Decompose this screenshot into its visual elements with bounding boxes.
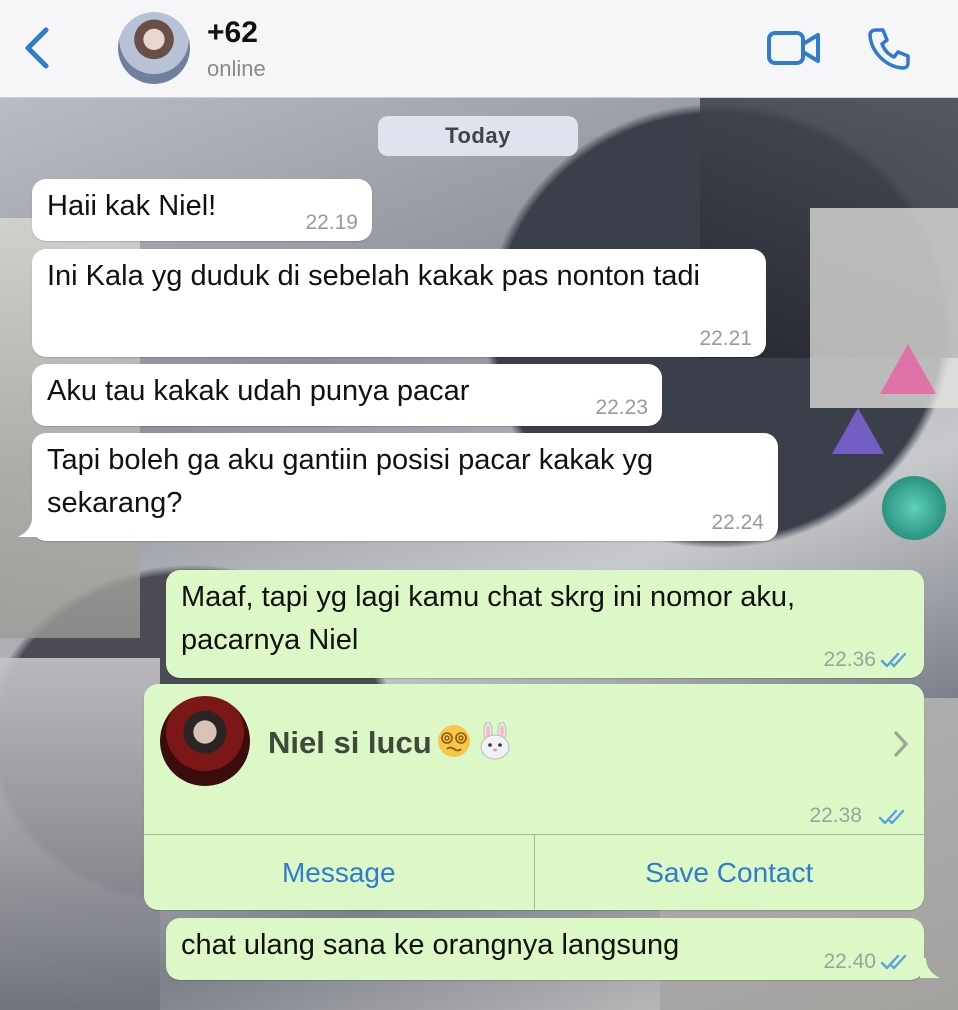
message-text: Aku tau kakak udah punya pacar: [47, 375, 470, 407]
voice-call-button[interactable]: [866, 26, 912, 72]
message-time: 22.23: [595, 396, 648, 419]
bubble-tail: [18, 517, 38, 537]
chevron-right-icon: [894, 731, 908, 757]
message-bubble-incoming[interactable]: Aku tau kakak udah punya pacar 22.23: [32, 364, 662, 426]
message-text: Maaf, tapi yg lagi kamu chat skrg ini no…: [181, 581, 796, 656]
video-call-button[interactable]: [766, 28, 822, 68]
shared-contact-avatar: [160, 696, 250, 786]
message-time: 22.38: [809, 804, 862, 827]
contact-card-header[interactable]: Niel si lucu 22.38: [144, 684, 924, 834]
message-time: 22.40: [823, 950, 876, 973]
message-bubble-incoming[interactable]: Haii kak Niel! 22.19: [32, 179, 372, 241]
double-check-icon: [878, 809, 905, 825]
message-time: 22.21: [699, 327, 752, 350]
message-text: Ini Kala yg duduk di sebelah kakak pas n…: [47, 260, 700, 292]
bubble-tail: [920, 958, 940, 978]
message-text: Haii kak Niel!: [47, 190, 217, 222]
double-check-icon: [880, 954, 907, 970]
message-time: 22.19: [305, 211, 358, 234]
contact-card-actions: Message Save Contact: [144, 834, 924, 910]
dizzy-face-emoji: [436, 723, 472, 767]
back-button[interactable]: [20, 26, 54, 70]
contact-name[interactable]: +62: [207, 16, 258, 50]
message-time: 22.36: [823, 648, 876, 671]
date-separator: Today: [378, 116, 578, 156]
contact-card: Niel si lucu 22.38 Message Save Contact: [144, 684, 924, 910]
message-text: Tapi boleh ga aku gantiin posisi pacar k…: [47, 444, 654, 519]
contact-status: online: [207, 56, 266, 81]
chevron-left-icon: [25, 27, 49, 69]
contact-avatar[interactable]: [118, 12, 190, 84]
message-text: chat ulang sana ke orangnya langsung: [181, 929, 680, 961]
double-check-icon: [880, 652, 907, 668]
message-bubble-outgoing[interactable]: chat ulang sana ke orangnya langsung 22.…: [166, 918, 924, 980]
message-contact-button[interactable]: Message: [144, 835, 534, 910]
save-contact-button[interactable]: Save Contact: [533, 835, 925, 910]
message-bubble-incoming[interactable]: Ini Kala yg duduk di sebelah kakak pas n…: [32, 249, 766, 357]
message-time: 22.24: [711, 511, 764, 534]
shared-contact-name-text: Niel si lucu: [268, 725, 432, 761]
rabbit-emoji: [476, 721, 514, 768]
video-call-icon: [767, 31, 820, 65]
phone-icon: [868, 28, 910, 70]
shared-contact-name: Niel si lucu: [268, 721, 514, 768]
message-bubble-outgoing[interactable]: Maaf, tapi yg lagi kamu chat skrg ini no…: [166, 570, 924, 678]
message-bubble-incoming[interactable]: Tapi boleh ga aku gantiin posisi pacar k…: [32, 433, 778, 541]
chat-header: +62 online: [0, 0, 958, 98]
